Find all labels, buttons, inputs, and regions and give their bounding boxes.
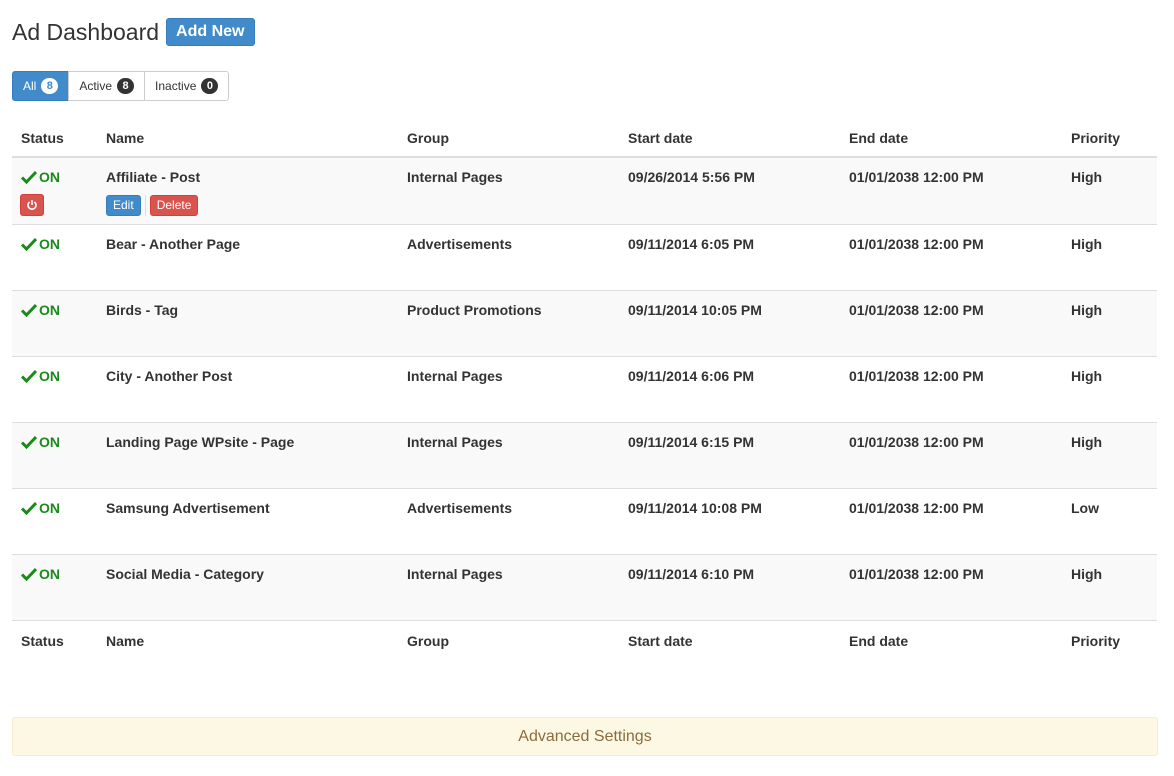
advanced-settings-toggle[interactable]: Advanced Settings bbox=[12, 717, 1158, 756]
priority: Low bbox=[1071, 500, 1099, 516]
table-row[interactable]: ON Samsung Advertisement Advertisements … bbox=[12, 488, 1157, 554]
ads-table: Status Name Group Start date End date Pr… bbox=[12, 118, 1157, 660]
end-date: 01/01/2038 12:00 PM bbox=[849, 434, 984, 450]
filter-all[interactable]: All 8 bbox=[12, 71, 70, 101]
count-badge: 8 bbox=[41, 78, 59, 94]
status-cell: ON bbox=[21, 302, 60, 318]
ad-name[interactable]: Social Media - Category bbox=[106, 566, 264, 582]
priority: High bbox=[1071, 434, 1103, 450]
ad-name[interactable]: Birds - Tag bbox=[106, 302, 178, 318]
page-header: Ad Dashboard Add New bbox=[12, 18, 255, 46]
ad-group: Internal Pages bbox=[407, 566, 503, 582]
column-footer-group[interactable]: Group bbox=[407, 633, 449, 649]
priority: High bbox=[1071, 302, 1103, 318]
power-icon bbox=[27, 200, 37, 210]
filter-inactive[interactable]: Inactive 0 bbox=[144, 71, 230, 101]
divider bbox=[144, 195, 146, 216]
add-new-button[interactable]: Add New bbox=[166, 18, 255, 46]
filter-label: Active bbox=[79, 79, 113, 93]
ad-group: Product Promotions bbox=[407, 302, 542, 318]
end-date: 01/01/2038 12:00 PM bbox=[849, 566, 984, 582]
column-header-start-date[interactable]: Start date bbox=[628, 130, 693, 146]
status-cell: ON bbox=[21, 368, 60, 384]
ad-name[interactable]: City - Another Post bbox=[106, 368, 232, 384]
priority: High bbox=[1071, 169, 1103, 185]
table-row[interactable]: ON Birds - Tag Product Promotions 09/11/… bbox=[12, 290, 1157, 356]
table-row[interactable]: ON Landing Page WPsite - Page Internal P… bbox=[12, 422, 1157, 488]
table-header-row: Status Name Group Start date End date Pr… bbox=[12, 118, 1157, 158]
edit-button[interactable]: Edit bbox=[106, 195, 141, 216]
start-date: 09/11/2014 6:15 PM bbox=[628, 434, 755, 450]
end-date: 01/01/2038 12:00 PM bbox=[849, 169, 984, 185]
page-title: Ad Dashboard bbox=[12, 19, 160, 45]
column-header-name[interactable]: Name bbox=[106, 130, 144, 146]
start-date: 09/11/2014 10:08 PM bbox=[628, 500, 762, 516]
table-row[interactable]: ON City - Another Post Internal Pages 09… bbox=[12, 356, 1157, 422]
start-date: 09/11/2014 6:10 PM bbox=[628, 566, 755, 582]
status-text: ON bbox=[39, 169, 60, 185]
status-cell: ON bbox=[21, 169, 60, 185]
filter-label: All bbox=[23, 79, 37, 93]
status-text: ON bbox=[39, 236, 60, 252]
ad-name[interactable]: Landing Page WPsite - Page bbox=[106, 434, 294, 450]
table-row[interactable]: ON Affiliate - Post Edit Delete Internal… bbox=[12, 158, 1157, 224]
priority: High bbox=[1071, 566, 1103, 582]
check-icon bbox=[21, 501, 37, 515]
check-icon bbox=[21, 435, 37, 449]
check-icon bbox=[21, 303, 37, 317]
column-footer-status[interactable]: Status bbox=[21, 633, 64, 649]
start-date: 09/11/2014 6:06 PM bbox=[628, 368, 755, 384]
start-date: 09/11/2014 10:05 PM bbox=[628, 302, 762, 318]
column-footer-name[interactable]: Name bbox=[106, 633, 144, 649]
ad-name[interactable]: Affiliate - Post bbox=[106, 169, 200, 185]
count-badge: 0 bbox=[201, 78, 219, 94]
check-icon bbox=[21, 237, 37, 251]
status-cell: ON bbox=[21, 500, 60, 516]
end-date: 01/01/2038 12:00 PM bbox=[849, 302, 984, 318]
row-actions: Edit Delete bbox=[106, 195, 199, 216]
table-row[interactable]: ON Social Media - Category Internal Page… bbox=[12, 554, 1157, 620]
status-text: ON bbox=[39, 500, 60, 516]
column-footer-end-date[interactable]: End date bbox=[849, 633, 908, 649]
start-date: 09/11/2014 6:05 PM bbox=[628, 236, 755, 252]
status-text: ON bbox=[39, 368, 60, 384]
delete-button[interactable]: Delete bbox=[149, 195, 199, 216]
status-text: ON bbox=[39, 434, 60, 450]
check-icon bbox=[21, 369, 37, 383]
filter-label: Inactive bbox=[155, 79, 197, 93]
column-footer-start-date[interactable]: Start date bbox=[628, 633, 693, 649]
status-cell: ON bbox=[21, 566, 60, 582]
start-date: 09/26/2014 5:56 PM bbox=[628, 169, 755, 185]
status-cell: ON bbox=[21, 434, 60, 450]
ad-group: Internal Pages bbox=[407, 368, 503, 384]
filter-active[interactable]: Active 8 bbox=[68, 71, 146, 101]
priority: High bbox=[1071, 236, 1103, 252]
status-filter-group: All 8 Active 8 Inactive 0 bbox=[12, 71, 230, 101]
toggle-status-button[interactable] bbox=[20, 194, 44, 216]
column-header-end-date[interactable]: End date bbox=[849, 130, 908, 146]
end-date: 01/01/2038 12:00 PM bbox=[849, 500, 984, 516]
end-date: 01/01/2038 12:00 PM bbox=[849, 368, 984, 384]
table-row[interactable]: ON Bear - Another Page Advertisements 09… bbox=[12, 224, 1157, 290]
status-text: ON bbox=[39, 566, 60, 582]
column-header-status[interactable]: Status bbox=[21, 130, 64, 146]
column-header-group[interactable]: Group bbox=[407, 130, 449, 146]
status-text: ON bbox=[39, 302, 60, 318]
ad-group: Advertisements bbox=[407, 500, 513, 516]
column-footer-priority[interactable]: Priority bbox=[1071, 633, 1120, 649]
ad-group: Advertisements bbox=[407, 236, 513, 252]
ad-group: Internal Pages bbox=[407, 169, 503, 185]
check-icon bbox=[21, 170, 37, 184]
ad-group: Internal Pages bbox=[407, 434, 503, 450]
priority: High bbox=[1071, 368, 1103, 384]
status-cell: ON bbox=[21, 236, 60, 252]
column-header-priority[interactable]: Priority bbox=[1071, 130, 1120, 146]
check-icon bbox=[21, 567, 37, 581]
ad-name[interactable]: Samsung Advertisement bbox=[106, 500, 270, 516]
count-badge: 8 bbox=[117, 78, 135, 94]
table-footer-row: Status Name Group Start date End date Pr… bbox=[12, 620, 1157, 660]
ad-name[interactable]: Bear - Another Page bbox=[106, 236, 240, 252]
end-date: 01/01/2038 12:00 PM bbox=[849, 236, 984, 252]
